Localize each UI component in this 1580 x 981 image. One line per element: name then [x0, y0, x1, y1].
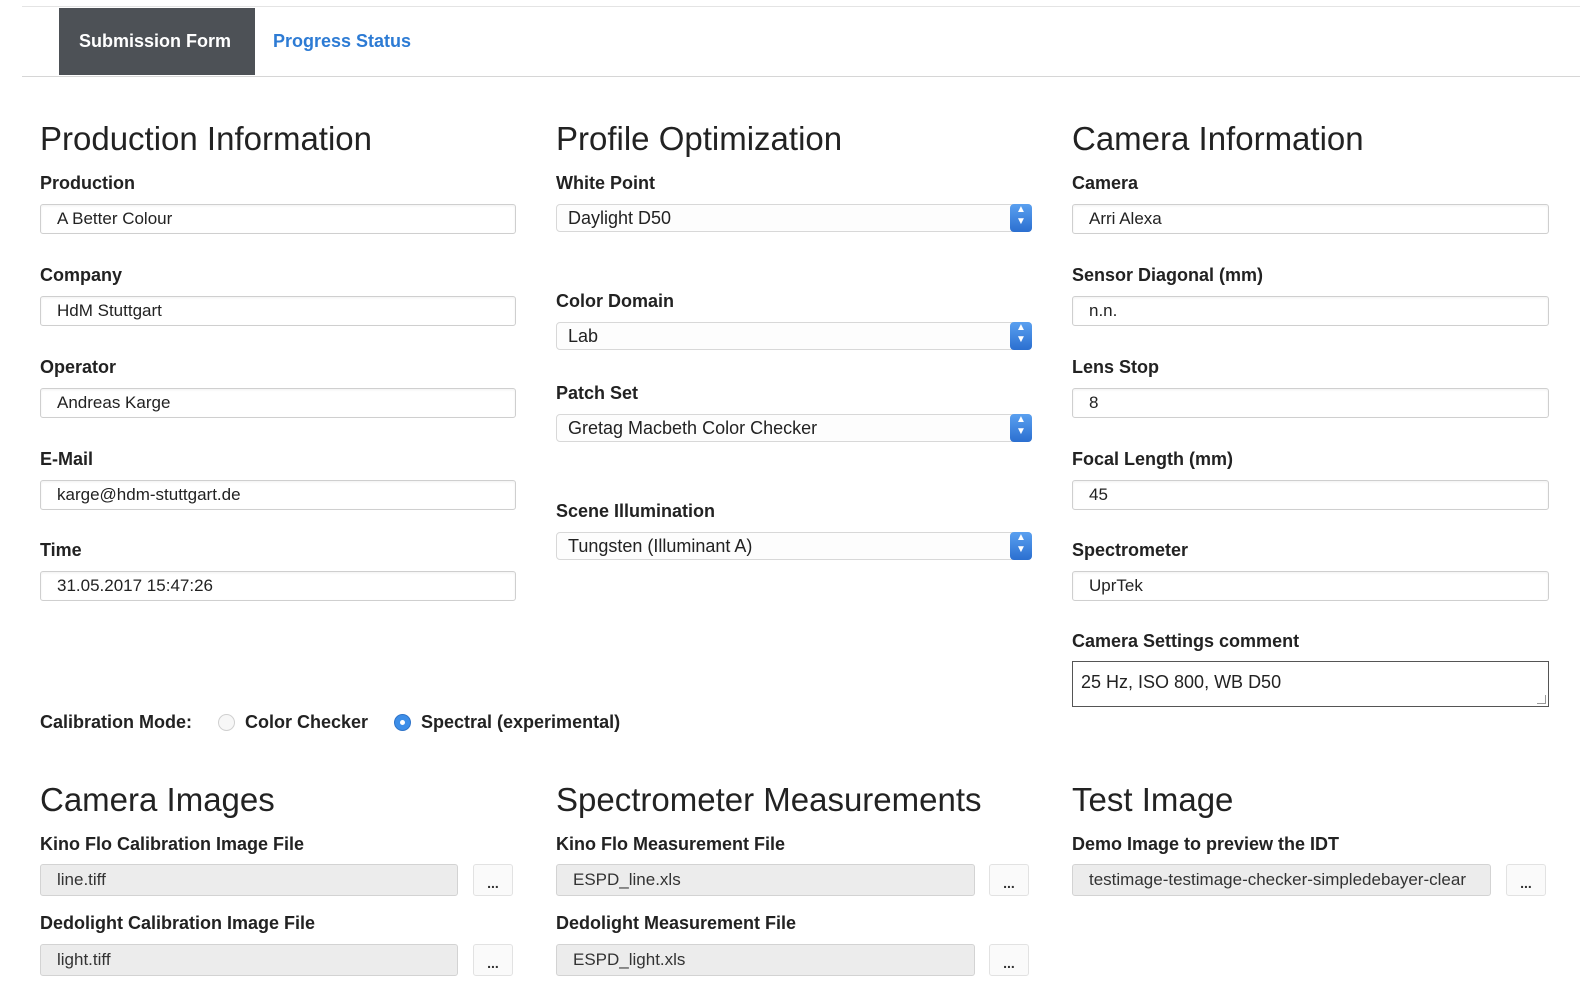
spectral-option-label[interactable]: Spectral (experimental) [421, 712, 620, 733]
patch-set-value: Gretag Macbeth Color Checker [568, 418, 818, 438]
kino-flo-measurement-label: Kino Flo Measurement File [556, 834, 786, 854]
dedolight-image-browse-button[interactable]: ... [473, 944, 513, 976]
production-input[interactable]: A Better Colour [40, 204, 516, 234]
sensor-diagonal-input[interactable]: n.n. [1072, 296, 1549, 326]
kino-flo-measurement-browse-button[interactable]: ... [989, 864, 1029, 896]
scene-illumination-value: Tungsten (Illuminant A) [568, 536, 753, 556]
profile-heading: Profile Optimization [556, 120, 843, 157]
patch-set-label: Patch Set [556, 383, 639, 403]
dedolight-image-file[interactable]: light.tiff [40, 944, 458, 976]
scene-illumination-label: Scene Illumination [556, 501, 716, 521]
email-label: E-Mail [40, 449, 94, 469]
lens-stop-label: Lens Stop [1072, 357, 1160, 377]
dedolight-measurement-browse-button[interactable]: ... [989, 944, 1029, 976]
spectrometer-input[interactable]: UprTek [1072, 571, 1549, 601]
time-label: Time [40, 540, 82, 560]
tab-submission-form[interactable]: Submission Form [59, 8, 255, 75]
color-domain-value: Lab [568, 326, 599, 346]
scene-illumination-select[interactable]: Tungsten (Illuminant A) ▲ ▼ [556, 532, 1032, 560]
kino-flo-image-file[interactable]: line.tiff [40, 864, 458, 896]
lens-stop-input[interactable]: 8 [1072, 388, 1549, 418]
focal-length-label: Focal Length (mm) [1072, 449, 1233, 469]
resize-grip-icon[interactable] [1537, 695, 1546, 704]
email-input[interactable]: karge@hdm-stuttgart.de [40, 480, 516, 510]
camera-heading: Camera Information [1072, 120, 1364, 157]
production-heading: Production Information [40, 120, 373, 157]
tab-bar: Submission Form Progress Status [22, 0, 1580, 77]
demo-image-browse-button[interactable]: ... [1506, 864, 1546, 896]
patch-set-select[interactable]: Gretag Macbeth Color Checker ▲ ▼ [556, 414, 1032, 442]
demo-image-label: Demo Image to preview the IDT [1072, 834, 1340, 854]
camera-input[interactable]: Arri Alexa [1072, 204, 1549, 234]
spectrometer-label: Spectrometer [1072, 540, 1189, 560]
color-domain-label: Color Domain [556, 291, 675, 311]
camera-label: Camera [1072, 173, 1139, 193]
calibration-mode-label: Calibration Mode: [40, 712, 192, 732]
select-arrows-icon: ▲ ▼ [1010, 414, 1032, 442]
select-arrows-icon: ▲ ▼ [1010, 322, 1032, 350]
color-checker-option-label[interactable]: Color Checker [245, 712, 368, 733]
production-label: Production [40, 173, 135, 193]
kino-flo-image-browse-button[interactable]: ... [473, 864, 513, 896]
demo-image-file[interactable]: testimage-testimage-checker-simpledebaye… [1072, 864, 1491, 896]
dedolight-measurement-file[interactable]: ESPD_light.xls [556, 944, 975, 976]
kino-flo-measurement-file[interactable]: ESPD_line.xls [556, 864, 975, 896]
operator-label: Operator [40, 357, 117, 377]
white-point-select[interactable]: Daylight D50 ▲ ▼ [556, 204, 1032, 232]
sensor-diagonal-label: Sensor Diagonal (mm) [1072, 265, 1264, 285]
dedolight-image-label: Dedolight Calibration Image File [40, 913, 316, 933]
company-input[interactable]: HdM Stuttgart [40, 296, 516, 326]
test-image-heading: Test Image [1072, 781, 1234, 818]
tab-progress-status[interactable]: Progress Status [253, 8, 431, 75]
kino-flo-image-label: Kino Flo Calibration Image File [40, 834, 305, 854]
white-point-value: Daylight D50 [568, 208, 672, 228]
company-label: Company [40, 265, 123, 285]
dedolight-measurement-label: Dedolight Measurement File [556, 913, 797, 933]
white-point-label: White Point [556, 173, 655, 193]
color-domain-select[interactable]: Lab ▲ ▼ [556, 322, 1032, 350]
select-arrows-icon: ▲ ▼ [1010, 204, 1032, 232]
camera-comment-label: Camera Settings comment [1072, 631, 1300, 651]
camera-images-heading: Camera Images [40, 781, 275, 818]
radio-color-checker[interactable] [218, 714, 235, 731]
time-input[interactable]: 31.05.2017 15:47:26 [40, 571, 516, 601]
focal-length-input[interactable]: 45 [1072, 480, 1549, 510]
spectrometer-heading: Spectrometer Measurements [556, 781, 982, 818]
operator-input[interactable]: Andreas Karge [40, 388, 516, 418]
select-arrows-icon: ▲ ▼ [1010, 532, 1032, 560]
camera-comment-value: 25 Hz, ISO 800, WB D50 [1081, 672, 1282, 692]
radio-spectral[interactable] [394, 714, 411, 731]
camera-comment-textarea[interactable]: 25 Hz, ISO 800, WB D50 [1072, 661, 1549, 707]
